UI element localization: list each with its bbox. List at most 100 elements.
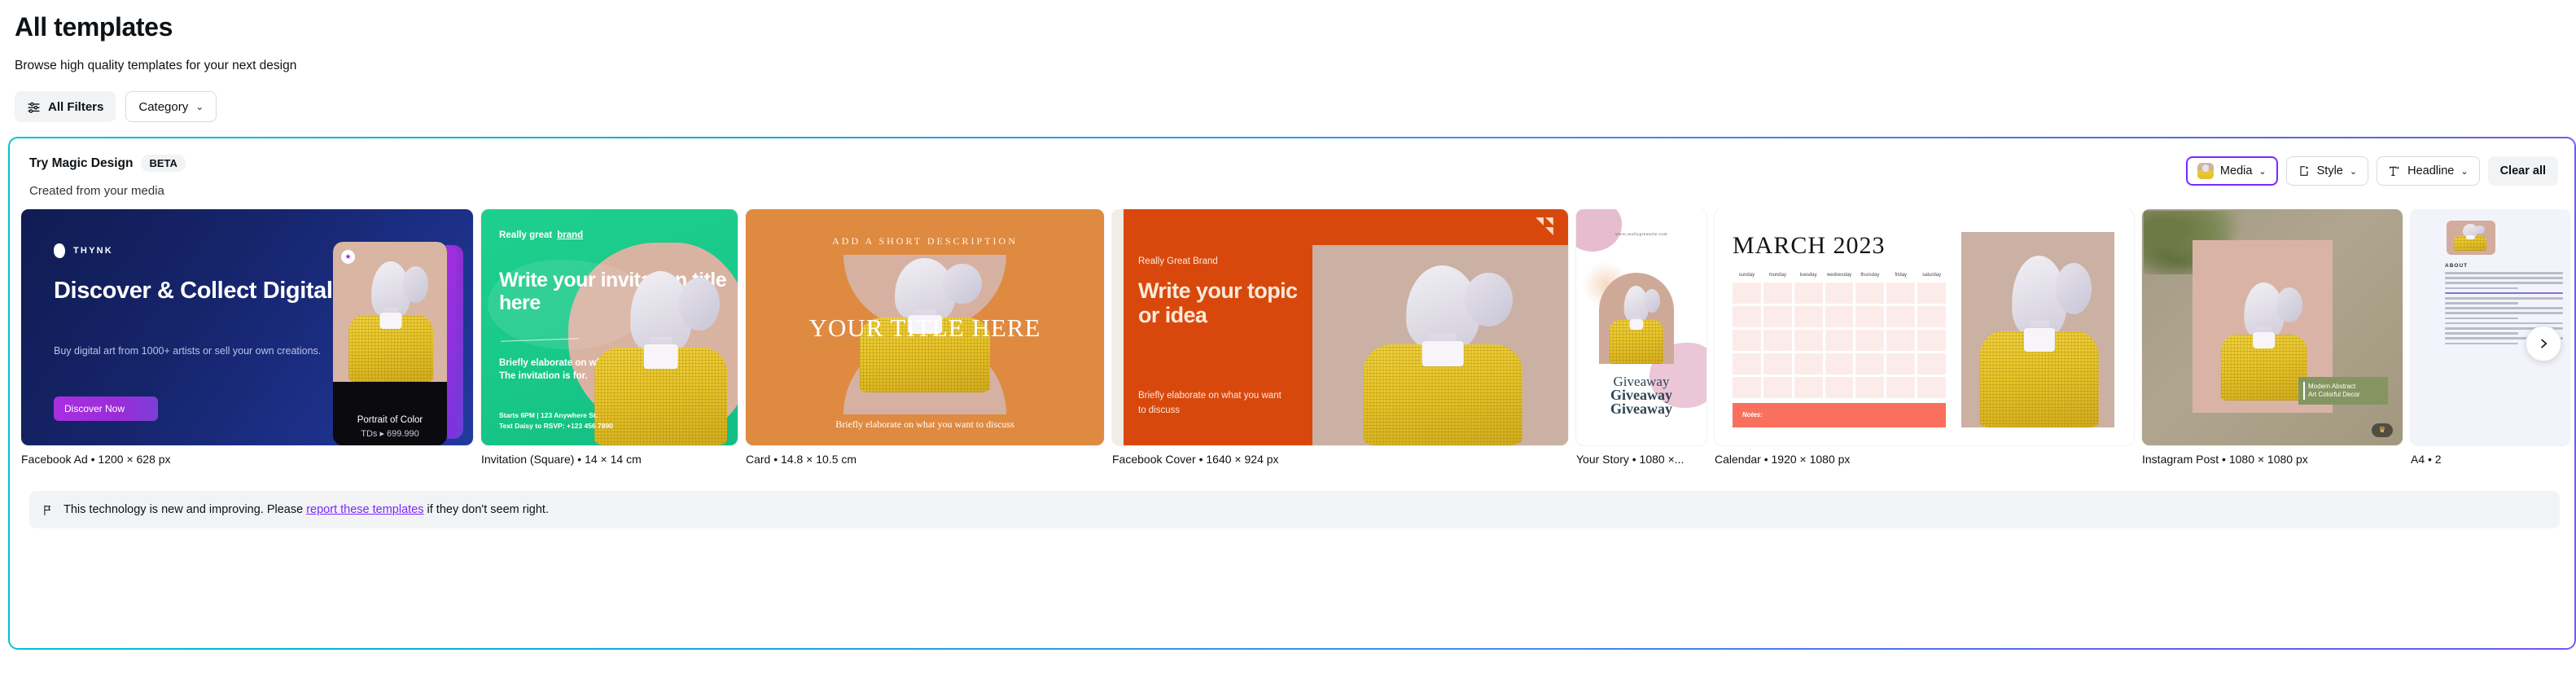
card1-body: Buy digital art from 1000+ artists or se… <box>54 345 322 357</box>
statue-illustration <box>2454 224 2487 252</box>
card1-nft-card: ★ Portrait of Color TDs ▸ 699.990 <box>330 242 463 446</box>
headline-filter-button[interactable]: Headline ⌄ <box>2377 156 2480 186</box>
card8-about-heading: ABOUT <box>2445 263 2469 269</box>
statue-illustration <box>1979 256 2100 428</box>
card6-notes-label: Notes: <box>1742 411 1763 419</box>
chevron-down-icon: ⌄ <box>2349 166 2358 177</box>
all-filters-label: All Filters <box>48 99 104 114</box>
page-subtitle: Browse high quality templates for your n… <box>15 59 297 73</box>
weekday-label: wednesday <box>1826 273 1852 278</box>
disclaimer-text: This technology is new and improving. Pl… <box>64 503 549 516</box>
filter-bar: All Filters Category ⌄ <box>0 73 2576 123</box>
style-sparkle-icon <box>2300 166 2308 177</box>
statue-illustration <box>594 270 728 446</box>
statue-illustration <box>1363 265 1522 446</box>
template-card[interactable]: Modern Abstract Art Colorful Decor ♛ Ins… <box>2142 209 2403 478</box>
template-card[interactable]: Really great brand Write your invitation … <box>481 209 738 478</box>
card2-footer-line2: Text Daisy to RSVP: +123 456 7890 <box>499 421 613 430</box>
template-thumbnail[interactable]: THYNK Discover & Collect Digital Arts Bu… <box>21 209 473 446</box>
disclaimer-banner: This technology is new and improving. Pl… <box>29 491 2560 529</box>
card3-heading: YOUR TITLE HERE <box>808 313 1041 343</box>
page-title: All templates <box>15 12 173 42</box>
template-card[interactable]: ADD A SHORT DESCRIPTION YOUR TITLE HERE … <box>746 209 1104 478</box>
card7-tag-line1: Modern Abstract <box>2308 382 2356 390</box>
card7-tag: Modern Abstract Art Colorful Decor <box>2298 377 2388 405</box>
category-dropdown[interactable]: Category ⌄ <box>125 91 217 123</box>
report-templates-link[interactable]: report these templates <box>306 503 423 516</box>
card6-weekday-row: sunday monday tuesday wednesday thursday… <box>1733 273 1946 278</box>
weekday-label: saturday <box>1922 273 1942 278</box>
template-thumbnail[interactable]: Modern Abstract Art Colorful Decor ♛ <box>2142 209 2403 446</box>
card1-nft-name: Portrait of Color <box>357 415 423 426</box>
chevron-down-icon: ⌄ <box>195 101 204 113</box>
media-filter-label: Media <box>2219 164 2253 178</box>
card3-kicker: ADD A SHORT DESCRIPTION <box>832 235 1018 248</box>
template-card[interactable]: Really Great Brand Write your topic or i… <box>1112 209 1568 478</box>
headline-filter-label: Headline <box>2407 164 2455 178</box>
clear-all-button[interactable]: Clear all <box>2487 156 2558 186</box>
card2-brand-word: brand <box>557 230 584 241</box>
template-card[interactable]: www.reallygreatsite.com Giveaway Giveawa… <box>1576 209 1706 478</box>
sliders-icon <box>28 102 40 113</box>
card5-url: www.reallygreatsite.com <box>1614 232 1668 238</box>
template-caption: Calendar • 1920 × 1080 px <box>1715 453 1851 467</box>
media-thumbnail-icon <box>2197 163 2214 180</box>
template-caption: Invitation (Square) • 14 × 14 cm <box>481 453 642 467</box>
statue-illustration <box>348 261 434 383</box>
weekday-label: tuesday <box>1799 273 1817 278</box>
card3-body: Briefly elaborate on what you want to di… <box>835 418 1014 431</box>
thynk-logo-icon <box>54 243 65 259</box>
card6-notes-bar: Notes: <box>1733 403 1946 428</box>
template-thumbnail[interactable]: MARCH 2023 sunday monday tuesday wednesd… <box>1715 209 2134 446</box>
card4-body: Briefly elaborate on what you want to di… <box>1138 390 1281 415</box>
clear-all-label: Clear all <box>2499 164 2546 178</box>
style-filter-button[interactable]: Style ⌄ <box>2285 156 2369 186</box>
brand-mark-icon <box>1536 217 1553 236</box>
created-from-media-label: Created from your media <box>29 184 164 199</box>
template-thumbnail[interactable]: Really Great Brand Write your topic or i… <box>1112 209 1568 446</box>
template-caption: Your Story • 1080 ×... <box>1576 453 1684 467</box>
template-thumbnail[interactable]: ADD A SHORT DESCRIPTION YOUR TITLE HERE … <box>746 209 1104 446</box>
chevron-right-icon <box>2541 339 2548 348</box>
magic-design-header: Try Magic Design BETA Created from your … <box>10 138 2574 198</box>
media-filter-button[interactable]: Media ⌄ <box>2185 156 2278 186</box>
magic-design-controls: Media ⌄ Style ⌄ Headline ⌄ Clear all <box>2185 155 2558 186</box>
card4-heading: Write your topic or idea <box>1138 278 1298 327</box>
carousel-next-button[interactable] <box>2526 326 2561 362</box>
all-filters-button[interactable]: All Filters <box>15 91 116 123</box>
template-thumbnail[interactable]: www.reallygreatsite.com Giveaway Giveawa… <box>1576 209 1706 446</box>
weekday-label: sunday <box>1738 273 1755 278</box>
weekday-label: thursday <box>1860 273 1880 278</box>
card5-giveaway-text: Giveaway Giveaway Giveaway <box>1576 374 1706 418</box>
card6-month-title: MARCH 2023 <box>1733 232 1886 260</box>
weekday-label: friday <box>1895 273 1908 278</box>
weekday-label: monday <box>1768 273 1786 278</box>
beta-badge: BETA <box>141 155 186 173</box>
premium-crown-icon: ♛ <box>2372 423 2393 438</box>
card5-word-3: Giveaway <box>1610 401 1672 418</box>
template-caption: Facebook Cover • 1640 × 924 px <box>1112 453 1279 467</box>
template-caption: Instagram Post • 1080 × 1080 px <box>2142 453 2308 467</box>
magic-design-section: Try Magic Design BETA Created from your … <box>0 122 2576 650</box>
template-carousel[interactable]: THYNK Discover & Collect Digital Arts Bu… <box>10 209 2574 478</box>
flag-icon <box>44 505 50 515</box>
disclaimer-text-before: This technology is new and improving. Pl… <box>64 503 307 517</box>
template-card[interactable]: MARCH 2023 sunday monday tuesday wednesd… <box>1715 209 2134 478</box>
template-caption: Card • 14.8 × 10.5 cm <box>746 453 857 467</box>
disclaimer-text-after: if they don't seem right. <box>423 503 549 517</box>
template-card[interactable]: THYNK Discover & Collect Digital Arts Bu… <box>21 209 473 478</box>
statue-illustration <box>2220 283 2308 401</box>
card2-brand-prefix: Really great <box>499 230 553 241</box>
card1-brand: THYNK <box>54 243 113 259</box>
chevron-down-icon: ⌄ <box>2258 166 2267 177</box>
card1-nft-price: TDs ▸ 699.990 <box>361 429 419 440</box>
template-caption: A4 • 2 <box>2411 453 2442 467</box>
card4-brand: Really Great Brand <box>1138 256 1218 267</box>
card1-brand-label: THYNK <box>73 246 113 256</box>
card2-footer-line1: Starts 6PM | 123 Anywhere St. <box>499 410 598 419</box>
template-thumbnail[interactable]: Really great brand Write your invitation … <box>481 209 738 446</box>
statue-illustration <box>1609 286 1664 365</box>
card2-footer: Starts 6PM | 123 Anywhere St. Text Daisy… <box>499 410 613 431</box>
category-label: Category <box>138 99 189 114</box>
page-header: All templates Browse high quality templa… <box>0 0 2576 73</box>
